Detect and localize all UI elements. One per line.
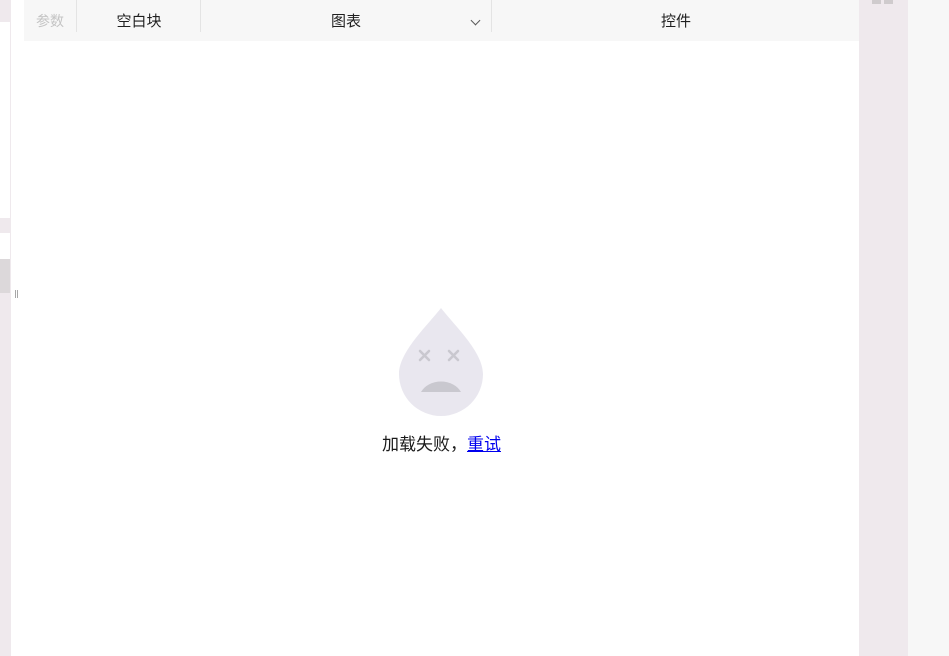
load-failed-state: 加载失败，重试 bbox=[24, 41, 859, 656]
panel-toggle-icon[interactable] bbox=[872, 0, 894, 4]
retry-link[interactable]: 重试 bbox=[467, 435, 501, 455]
component-toolbar: 参数 空白块 图表 控件 bbox=[24, 0, 859, 41]
params-button[interactable]: 参数 bbox=[24, 0, 76, 41]
left-panel-section bbox=[0, 22, 10, 218]
control-button[interactable]: 控件 bbox=[493, 0, 859, 41]
toolbar-divider bbox=[491, 0, 492, 32]
toolbar-divider bbox=[76, 0, 77, 32]
chart-dropdown[interactable]: 图表 bbox=[201, 0, 491, 41]
splitter-grip-icon[interactable] bbox=[15, 290, 18, 298]
dashboard-canvas: 参数 空白块 图表 控件 加载失败，重试 bbox=[24, 0, 859, 656]
error-text: 加载失败， bbox=[382, 435, 467, 455]
sad-drop-icon bbox=[399, 308, 483, 416]
left-panel-collapse-tab[interactable] bbox=[0, 259, 10, 293]
chart-dropdown-label: 图表 bbox=[330, 12, 361, 30]
right-panel bbox=[908, 0, 949, 656]
load-failed-message: 加载失败，重试 bbox=[24, 430, 859, 455]
right-sidebar bbox=[859, 0, 908, 656]
chevron-down-icon bbox=[470, 15, 481, 26]
panel-splitter[interactable] bbox=[11, 0, 24, 656]
left-panel-section bbox=[0, 233, 10, 259]
blank-block-button[interactable]: 空白块 bbox=[78, 0, 200, 41]
